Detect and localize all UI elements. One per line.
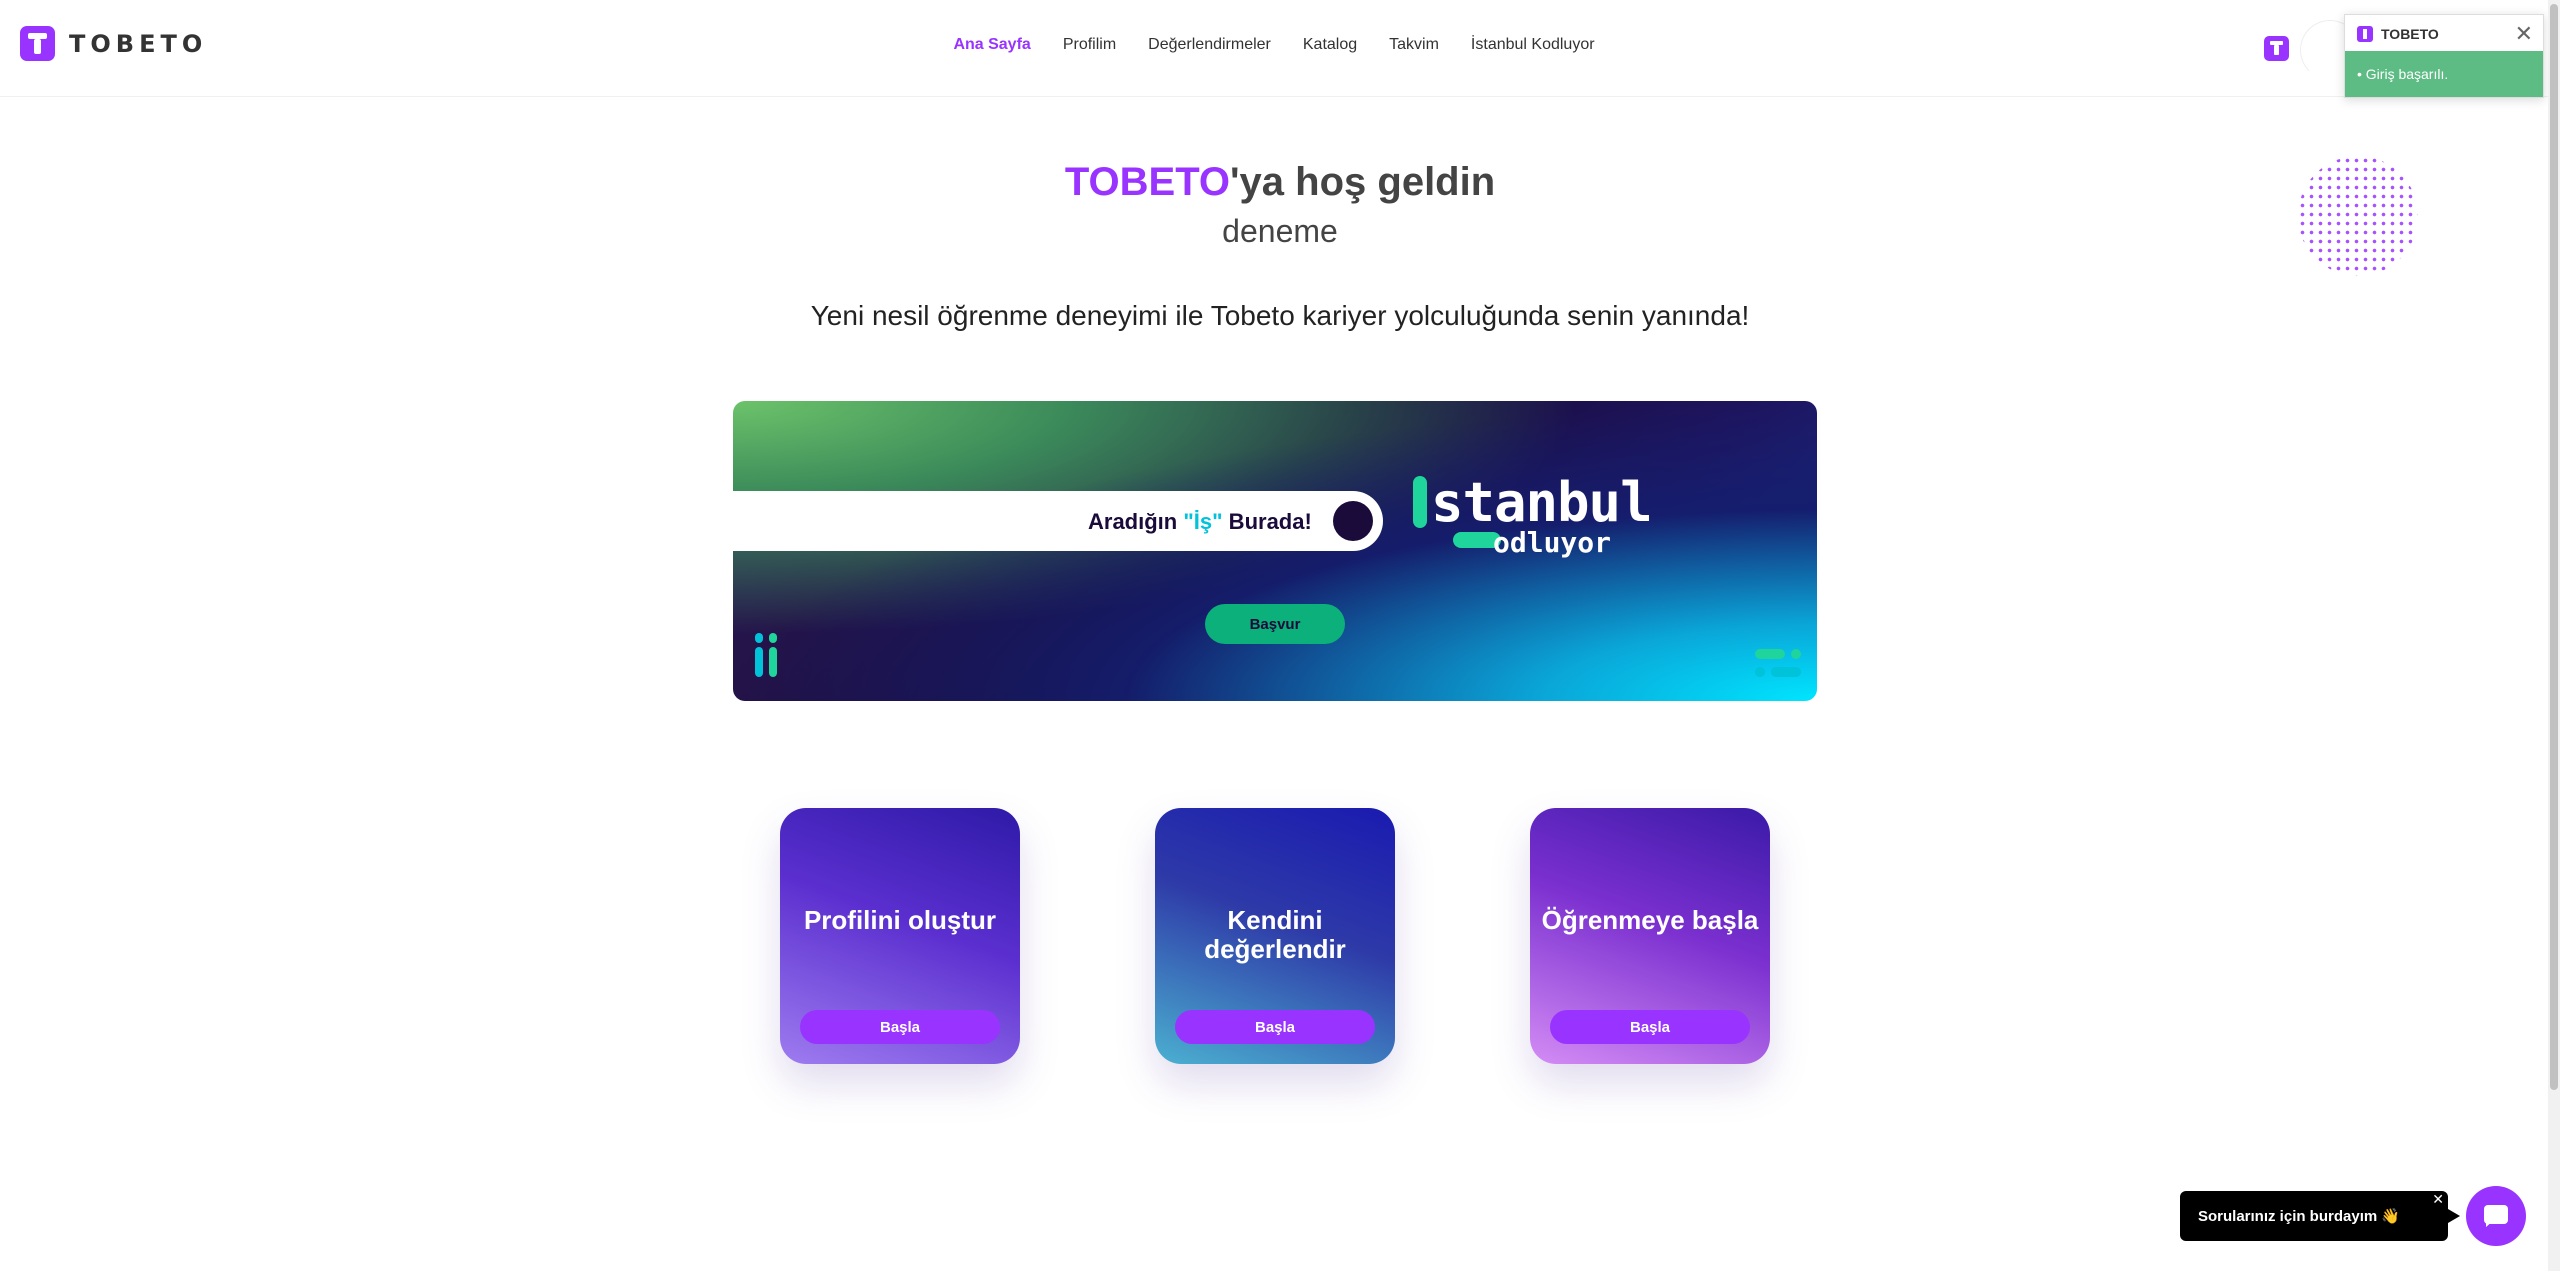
istanbul-kodluyor-logo: stanbul odluyor — [1413, 471, 1653, 559]
toast-message: • Giriş başarılı. — [2357, 66, 2449, 82]
toast-body: • Giriş başarılı. — [2345, 51, 2543, 97]
tobeto-small-icon[interactable] — [2264, 36, 2289, 61]
card-profile: Profilini oluştur Başla — [780, 808, 1020, 1064]
search-prefix: Aradığın — [1088, 509, 1184, 534]
toast-header: TOBETO — [2345, 15, 2543, 53]
page-scrollbar-thumb[interactable] — [2550, 4, 2558, 1090]
nav-item-katalog[interactable]: Katalog — [1303, 36, 1357, 54]
search-pill-text: Aradığın "İş" Burada! — [1088, 509, 1312, 535]
chat-prompt-bubble[interactable]: Sorularınız için burdayım 👋 ✕ — [2180, 1191, 2460, 1241]
chat-prompt-text: Sorularınız için burdayım 👋 — [2198, 1208, 2401, 1225]
card-title: Profilini oluştur — [803, 905, 997, 935]
nav-item-degerlendirmeler[interactable]: Değerlendirmeler — [1148, 36, 1271, 54]
card-start-button[interactable]: Başla — [1550, 1010, 1750, 1044]
search-pill: Aradığın "İş" Burada! — [733, 491, 1383, 551]
nav-item-ana-sayfa[interactable]: Ana Sayfa — [953, 36, 1030, 54]
chat-launcher-icon[interactable] — [2466, 1186, 2526, 1246]
card-title: Kendini değerlendir — [1204, 905, 1346, 964]
username: deneme — [1222, 213, 1338, 249]
card-start-button[interactable]: Başla — [800, 1010, 1000, 1044]
nav-item-profilim[interactable]: Profilim — [1063, 36, 1116, 54]
login-toast: TOBETO ✕ • Giriş başarılı. — [2344, 14, 2544, 98]
welcome-brand: TOBETO — [1064, 160, 1231, 204]
welcome-rest: 'ya hoş geldin — [1230, 160, 1496, 204]
tagline: Yeni nesil öğrenme deneyimi ile Tobeto k… — [810, 300, 1750, 331]
welcome-heading: TOBETO'ya hoş geldin — [0, 160, 2560, 205]
logo-i-bar-icon — [1413, 476, 1427, 528]
navbar: TOBETO Ana Sayfa Profilim Değerlendirmel… — [0, 0, 2548, 97]
card-title: Öğrenmeye başla — [1541, 905, 1759, 935]
toast-title: TOBETO — [2381, 25, 2439, 42]
card-assessment: Kendini değerlendir Başla — [1155, 808, 1395, 1064]
card-start-button[interactable]: Başla — [1175, 1010, 1375, 1044]
toggle-knob-icon — [1333, 501, 1373, 541]
logo-big-text: stanbul — [1431, 471, 1653, 534]
main-nav: Ana Sayfa Profilim Değerlendirmeler Kata… — [0, 36, 2548, 54]
chat-close-icon[interactable]: ✕ — [2432, 1191, 2444, 1208]
nav-item-takvim[interactable]: Takvim — [1389, 36, 1439, 54]
istanbul-kodluyor-banner: Aradığın "İş" Burada! stanbul odluyor Ba… — [733, 401, 1817, 701]
nav-item-istanbul-kodluyor[interactable]: İstanbul Kodluyor — [1471, 36, 1595, 54]
card-learning: Öğrenmeye başla Başla — [1530, 808, 1770, 1064]
toast-close-icon[interactable]: ✕ — [2515, 23, 2533, 45]
search-quote: "İş" — [1183, 509, 1223, 534]
apply-button[interactable]: Başvur — [1205, 604, 1345, 644]
logo-small-text: odluyor — [1493, 526, 1612, 559]
tobeto-logo-icon — [2357, 25, 2373, 42]
search-suffix: Burada! — [1222, 509, 1312, 534]
